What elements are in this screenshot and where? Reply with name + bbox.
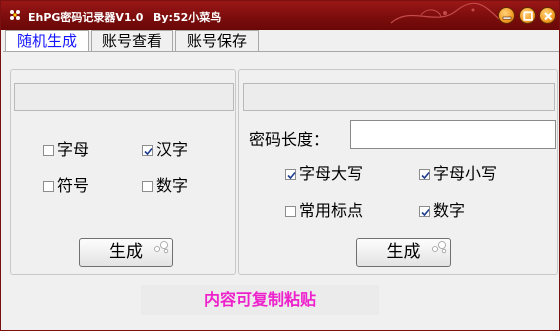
bubbles-icon (432, 241, 447, 254)
checkbox-label: 汉字 (156, 140, 189, 159)
checkmark-icon (287, 171, 296, 180)
tab-random-generate[interactable]: 随机生成 (5, 30, 89, 52)
tab-bar: 随机生成 账号查看 账号保存 (3, 30, 559, 52)
checkbox-box (419, 169, 430, 180)
maximize-button[interactable] (519, 7, 536, 24)
close-icon (544, 12, 553, 21)
tab-account-save[interactable]: 账号保存 (175, 30, 259, 51)
password-length-label: 密码长度： (249, 130, 330, 149)
title-bar[interactable]: EhPG密码记录器V1.0 By:52小菜鸟 (1, 1, 559, 30)
checkbox-label: 数字 (433, 201, 466, 220)
password-length-input[interactable] (350, 120, 556, 149)
app-icon (10, 10, 20, 20)
window-author: By:52小菜鸟 (153, 11, 222, 24)
checkbox-box (43, 145, 54, 156)
checkbox-label: 常用标点 (299, 201, 364, 220)
password-group: 生成随机密码 密码长度： 字母大写 字母小写 常用标点 (238, 69, 558, 275)
checkmark-icon (421, 171, 430, 180)
tab-account-view[interactable]: 账号查看 (91, 30, 173, 51)
bubbles-icon (154, 241, 169, 254)
password-generate-button[interactable]: 生成 (356, 238, 451, 267)
checkbox-label: 字母 (57, 140, 90, 159)
minimize-icon (502, 16, 512, 20)
checkbox-box (43, 181, 54, 192)
maximize-icon (523, 11, 533, 21)
button-label: 生成 (109, 242, 143, 262)
minimize-button[interactable] (498, 7, 515, 24)
checkbox-label: 数字 (156, 176, 189, 195)
checkbox-label: 字母小写 (433, 164, 498, 183)
close-button[interactable] (539, 7, 556, 24)
button-label: 生成 (386, 242, 421, 262)
floral-ornament-icon (390, 2, 500, 24)
checkbox-box (142, 181, 153, 192)
checkbox-box (419, 206, 430, 217)
password-output[interactable] (243, 83, 555, 111)
nickname-group: 生成随机昵称 字母 汉字 符号 数字 生成 (10, 69, 236, 275)
window-title: EhPG密码记录器V1.0 (28, 11, 144, 24)
copy-paste-notice: 内容可复制粘贴 (141, 285, 379, 315)
nickname-output[interactable] (14, 83, 234, 111)
checkbox-box (285, 169, 296, 180)
tab-content: 生成随机昵称 字母 汉字 符号 数字 生成 (3, 51, 559, 330)
checkbox-box (142, 145, 153, 156)
checkmark-icon (421, 208, 430, 217)
checkbox-label: 字母大写 (299, 164, 364, 183)
checkmark-icon (144, 147, 153, 156)
checkbox-label: 符号 (57, 176, 90, 195)
nickname-generate-button[interactable]: 生成 (79, 238, 173, 267)
checkbox-box (285, 206, 296, 217)
app-window: EhPG密码记录器V1.0 By:52小菜鸟 随机生成 账号查看 账号保存 字母… (0, 0, 560, 331)
